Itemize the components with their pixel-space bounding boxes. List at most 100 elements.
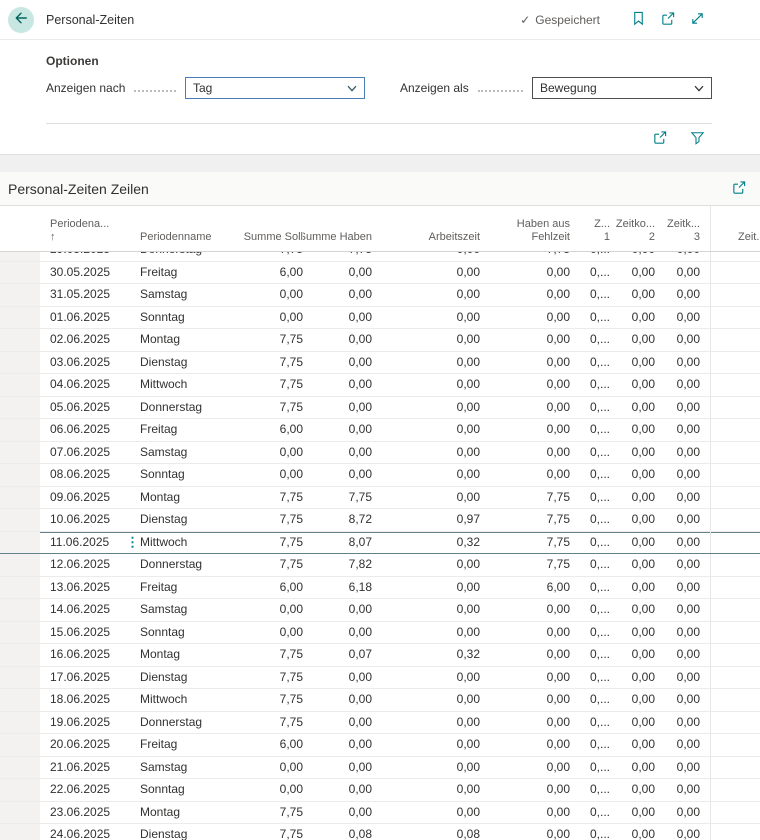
- cell-zeitkonto-3[interactable]: 0,00: [655, 442, 710, 464]
- col-header-periodenname[interactable]: Periodenname: [136, 206, 244, 251]
- cell-summe-soll[interactable]: 7,75: [244, 487, 303, 509]
- cell-zeitkonto-1[interactable]: 0,...: [570, 442, 610, 464]
- cell-zeitkonto-3[interactable]: 0,00: [655, 509, 710, 531]
- cell-zeit[interactable]: [710, 802, 760, 824]
- cell-zeitkonto-1[interactable]: 0,...: [570, 397, 610, 419]
- cell-summe-soll[interactable]: 7,75: [244, 644, 303, 666]
- cell-zeitkonto-2[interactable]: 0,00: [610, 374, 655, 396]
- cell-arbeitszeit[interactable]: 0,00: [372, 577, 480, 599]
- cell-zeitkonto-3[interactable]: 0,00: [655, 757, 710, 779]
- cell-periodenanfang[interactable]: 01.06.2025: [40, 307, 136, 329]
- cell-periodenname[interactable]: Dienstag: [136, 667, 244, 689]
- cell-summe-soll[interactable]: 7,75: [244, 689, 303, 711]
- cell-zeit[interactable]: [710, 374, 760, 396]
- cell-periodenanfang[interactable]: 10.06.2025: [40, 509, 136, 531]
- cell-zeitkonto-3[interactable]: 0,00: [655, 397, 710, 419]
- cell-summe-haben[interactable]: 0,00: [303, 757, 372, 779]
- cell-zeit[interactable]: [710, 252, 760, 261]
- bookmark-button[interactable]: [624, 7, 653, 33]
- cell-periodenname[interactable]: Freitag: [136, 734, 244, 756]
- cell-haben-aus-fehlzeit[interactable]: 6,00: [480, 577, 570, 599]
- cell-arbeitszeit[interactable]: 0,00: [372, 802, 480, 824]
- cell-summe-soll[interactable]: 0,00: [244, 284, 303, 306]
- cell-zeitkonto-3[interactable]: 0,00: [655, 599, 710, 621]
- cell-haben-aus-fehlzeit[interactable]: 0,00: [480, 689, 570, 711]
- col-header-zeitkonto-2[interactable]: Zeitko... 2: [610, 206, 655, 251]
- cell-haben-aus-fehlzeit[interactable]: 0,00: [480, 374, 570, 396]
- open-in-window-button[interactable]: [653, 7, 683, 33]
- cell-periodenname[interactable]: Donnerstag: [136, 712, 244, 734]
- cell-arbeitszeit[interactable]: 0,00: [372, 667, 480, 689]
- cell-zeitkonto-1[interactable]: 0,...: [570, 487, 610, 509]
- cell-zeit[interactable]: [710, 712, 760, 734]
- anzeigen-als-dropdown[interactable]: Bewegung: [532, 77, 712, 99]
- row-gutter[interactable]: [0, 554, 40, 576]
- cell-periodenname[interactable]: Donnerstag: [136, 554, 244, 576]
- cell-haben-aus-fehlzeit[interactable]: 7,75: [480, 532, 570, 554]
- cell-arbeitszeit[interactable]: 0,00: [372, 779, 480, 801]
- cell-periodenanfang[interactable]: 13.06.2025: [40, 577, 136, 599]
- cell-zeitkonto-1[interactable]: 0,...: [570, 689, 610, 711]
- cell-zeitkonto-1[interactable]: 0,...: [570, 532, 610, 554]
- row-gutter[interactable]: [0, 397, 40, 419]
- cell-zeitkonto-3[interactable]: 0,00: [655, 577, 710, 599]
- cell-arbeitszeit[interactable]: 0,00: [372, 307, 480, 329]
- cell-periodenname[interactable]: Montag: [136, 487, 244, 509]
- cell-arbeitszeit[interactable]: 0,32: [372, 644, 480, 666]
- cell-zeitkonto-3[interactable]: 0,00: [655, 824, 710, 840]
- cell-periodenname[interactable]: Sonntag: [136, 307, 244, 329]
- row-gutter[interactable]: [0, 779, 40, 801]
- chevron-down-icon[interactable]: [694, 81, 704, 95]
- cell-haben-aus-fehlzeit[interactable]: 0,00: [480, 307, 570, 329]
- cell-zeitkonto-2[interactable]: 0,00: [610, 464, 655, 486]
- filter-button[interactable]: [683, 127, 712, 152]
- table-row[interactable]: 29.05.2025 Donnerstag 7,75 7,75 0,00 7,7…: [0, 252, 760, 262]
- table-row[interactable]: 07.06.2025 Samstag 0,00 0,00 0,00 0,00 0…: [0, 442, 760, 465]
- cell-arbeitszeit[interactable]: 0,00: [372, 487, 480, 509]
- cell-arbeitszeit[interactable]: 0,00: [372, 419, 480, 441]
- cell-zeitkonto-1[interactable]: 0,...: [570, 734, 610, 756]
- cell-zeit[interactable]: [710, 419, 760, 441]
- table-row[interactable]: 24.06.2025 Dienstag 7,75 0,08 0,08 0,00 …: [0, 824, 760, 840]
- cell-zeit[interactable]: [710, 757, 760, 779]
- cell-summe-haben[interactable]: 8,72: [303, 509, 372, 531]
- cell-zeitkonto-3[interactable]: 0,00: [655, 644, 710, 666]
- cell-zeitkonto-1[interactable]: 0,...: [570, 577, 610, 599]
- cell-zeitkonto-3[interactable]: 0,00: [655, 252, 710, 261]
- expand-button[interactable]: [683, 7, 712, 33]
- cell-arbeitszeit[interactable]: 0,00: [372, 757, 480, 779]
- cell-zeit[interactable]: [710, 509, 760, 531]
- cell-summe-haben[interactable]: 0,00: [303, 307, 372, 329]
- cell-arbeitszeit[interactable]: 0,00: [372, 442, 480, 464]
- cell-summe-soll[interactable]: 0,00: [244, 757, 303, 779]
- cell-zeitkonto-2[interactable]: 0,00: [610, 577, 655, 599]
- cell-periodenanfang[interactable]: 11.06.2025: [40, 532, 136, 554]
- cell-summe-haben[interactable]: 0,00: [303, 779, 372, 801]
- cell-periodenanfang[interactable]: 15.06.2025: [40, 622, 136, 644]
- cell-summe-soll[interactable]: 7,75: [244, 329, 303, 351]
- cell-zeitkonto-2[interactable]: 0,00: [610, 554, 655, 576]
- cell-summe-soll[interactable]: 0,00: [244, 779, 303, 801]
- cell-summe-haben[interactable]: 0,00: [303, 599, 372, 621]
- cell-haben-aus-fehlzeit[interactable]: 0,00: [480, 442, 570, 464]
- cell-zeitkonto-3[interactable]: 0,00: [655, 667, 710, 689]
- row-gutter[interactable]: [0, 464, 40, 486]
- cell-summe-haben[interactable]: 0,08: [303, 824, 372, 840]
- row-gutter[interactable]: [0, 689, 40, 711]
- cell-periodenanfang[interactable]: 21.06.2025: [40, 757, 136, 779]
- cell-periodenname[interactable]: Donnerstag: [136, 252, 244, 261]
- cell-periodenanfang[interactable]: 19.06.2025: [40, 712, 136, 734]
- cell-arbeitszeit[interactable]: 0,00: [372, 464, 480, 486]
- cell-summe-soll[interactable]: 7,75: [244, 252, 303, 261]
- cell-periodenanfang[interactable]: 22.06.2025: [40, 779, 136, 801]
- cell-zeitkonto-1[interactable]: 0,...: [570, 644, 610, 666]
- cell-summe-soll[interactable]: 0,00: [244, 622, 303, 644]
- cell-haben-aus-fehlzeit[interactable]: 0,00: [480, 284, 570, 306]
- cell-zeitkonto-3[interactable]: 0,00: [655, 262, 710, 284]
- cell-periodenanfang[interactable]: 20.06.2025: [40, 734, 136, 756]
- cell-zeitkonto-1[interactable]: 0,...: [570, 667, 610, 689]
- col-header-arbeitszeit[interactable]: Arbeitszeit: [372, 206, 480, 251]
- row-gutter[interactable]: [0, 284, 40, 306]
- table-row[interactable]: 30.05.2025 Freitag 6,00 0,00 0,00 0,00 0…: [0, 262, 760, 285]
- cell-zeitkonto-1[interactable]: 0,...: [570, 554, 610, 576]
